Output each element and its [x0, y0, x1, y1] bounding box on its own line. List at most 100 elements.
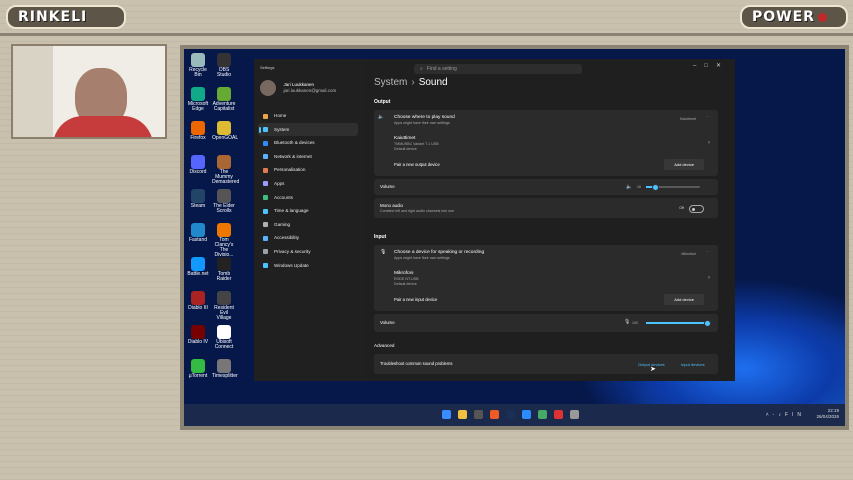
sidebar-item-bluetooth-devices[interactable]: Bluetooth & devices: [258, 136, 358, 150]
store-icon[interactable]: [522, 410, 531, 419]
desktop-icon-label: Tom Clancy's The Divisio...: [214, 237, 234, 258]
rinkeli-logo: RINKELI: [6, 5, 126, 29]
sidebar-item-system[interactable]: System: [258, 122, 358, 137]
add-input-device-button[interactable]: Add device: [664, 294, 704, 305]
desktop-icon[interactable]: The Mummy Demastered: [212, 155, 239, 185]
output-device-name[interactable]: Kaiuttimet: [394, 136, 415, 141]
desktop-icon-label: µTorrent: [188, 373, 208, 379]
sidebar-item-gaming[interactable]: Gaming: [258, 218, 358, 232]
webcam-feed: [11, 44, 167, 139]
file-explorer-icon[interactable]: [458, 410, 467, 419]
close-icon[interactable]: ✕: [716, 63, 729, 69]
sidebar-item-label: Gaming: [274, 221, 291, 227]
input-volume-slider[interactable]: [646, 320, 711, 327]
app-icon[interactable]: [538, 410, 547, 419]
window-title: Settings: [260, 65, 275, 70]
desktop-icon[interactable]: Tomb Raider: [212, 257, 236, 282]
minimize-icon[interactable]: –: [693, 63, 704, 69]
desktop-icon[interactable]: Microsoft Edge: [186, 87, 210, 112]
sidebar-item-time-language[interactable]: Time & language: [258, 204, 358, 218]
desktop-icon[interactable]: Adventure Capitalist: [212, 87, 236, 112]
sidebar-item-windows-update[interactable]: Windows Update: [258, 259, 358, 273]
app-icon: [191, 121, 205, 135]
input-device-name[interactable]: Mikrofoni: [394, 271, 413, 276]
firefox-icon[interactable]: [490, 410, 499, 419]
sidebar-item-apps[interactable]: Apps: [258, 177, 358, 191]
desktop-icon[interactable]: Fastand: [186, 223, 210, 243]
desktop-icon[interactable]: Tom Clancy's The Divisio...: [212, 223, 236, 258]
input-device-card[interactable]: 🎙 Choose a device for speaking or record…: [374, 245, 718, 311]
mono-audio-row: Mono audio Combine left and right audio …: [374, 198, 718, 218]
desktop-icon-label: OpenGOAL: [212, 135, 239, 141]
chevron-up-icon: ˆ: [706, 116, 708, 120]
sidebar-item-label: Bluetooth & devices: [274, 140, 315, 146]
output-section-title: Output: [374, 99, 391, 105]
desktop-icon[interactable]: Diablo III: [186, 291, 210, 311]
chevron-up-icon[interactable]: ˄: [766, 412, 773, 418]
mono-audio-toggle[interactable]: [689, 205, 704, 213]
language-indicator[interactable]: FIN: [785, 412, 805, 418]
nav-icon: [263, 249, 268, 255]
settings-gear-icon[interactable]: [570, 410, 579, 419]
speaker-icon[interactable]: 🔈: [626, 184, 632, 190]
desktop-icon[interactable]: Discord: [186, 155, 210, 175]
sidebar-item-home[interactable]: Home: [258, 109, 358, 123]
app-icon: [217, 359, 231, 373]
desktop-icon[interactable]: The Elder Scrolls: [212, 189, 236, 214]
desktop-icon[interactable]: Battle.net: [186, 257, 210, 277]
avatar: [260, 79, 276, 96]
obs-icon[interactable]: [554, 410, 563, 419]
desktop-icon[interactable]: OBS Studio: [212, 53, 236, 78]
app-icon: [217, 155, 231, 169]
sidebar-item-label: Home: [274, 113, 287, 118]
input-devices-link[interactable]: Input devices: [681, 362, 705, 367]
app-icon: [191, 257, 205, 271]
app-icon: [217, 121, 231, 135]
start-icon[interactable]: [442, 410, 451, 419]
clock[interactable]: 22:19 26/04/2026: [816, 408, 839, 420]
settings-window: Settings Jari Luukkanen jari.luukkanen@g…: [254, 59, 735, 381]
nav-icon: [263, 235, 268, 241]
breadcrumb-parent[interactable]: System: [374, 77, 407, 88]
desktop-icon[interactable]: Steam: [186, 189, 210, 209]
desktop-icon-label: Diablo IV: [187, 339, 209, 345]
output-choose-title: Choose where to play sound: [394, 115, 455, 120]
desktop-icon[interactable]: Ubisoft Connect: [212, 325, 236, 350]
nav-icon: [263, 195, 268, 201]
sidebar-item-network-internet[interactable]: Network & internet: [258, 150, 358, 164]
desktop-icon-label: Microsoft Edge: [187, 101, 209, 112]
steam-icon[interactable]: [506, 410, 515, 419]
desktop-icon[interactable]: Diablo IV: [186, 325, 210, 345]
sidebar-item-privacy-security[interactable]: Privacy & security: [258, 245, 358, 259]
add-output-device-button[interactable]: Add device: [664, 159, 704, 170]
desktop-icon[interactable]: Firefox: [186, 121, 210, 141]
microphone-icon[interactable]: 🎙: [624, 319, 630, 325]
chevron-right-icon: ›: [708, 140, 710, 146]
sidebar-item-label: Apps: [274, 180, 285, 186]
app-icon: [191, 291, 205, 305]
power-dot-icon: [817, 12, 827, 22]
desktop-icon-label: Recycle Bin: [189, 67, 207, 78]
sidebar-item-personalisation[interactable]: Personalisation: [258, 163, 358, 177]
input-volume-row: Volume 🎙 100: [374, 314, 718, 332]
output-device-desc: TMMUSBC Variant 7.1 USB: [394, 142, 439, 146]
output-device-card[interactable]: 🔈 Choose where to play sound Apps might …: [374, 110, 718, 176]
sidebar-item-accounts[interactable]: Accounts: [258, 191, 358, 205]
nav-icon: [263, 154, 268, 160]
app-icon: [217, 189, 231, 203]
search-icon: ⌕: [420, 66, 423, 72]
advanced-section-title: Advanced: [374, 343, 395, 348]
sidebar-item-accessibility[interactable]: Accessibility: [258, 231, 358, 245]
sidebar-item-label: Accounts: [274, 194, 293, 200]
desktop-icon[interactable]: µTorrent: [186, 359, 210, 379]
terminal-icon[interactable]: [474, 410, 483, 419]
maximize-icon[interactable]: □: [704, 63, 716, 69]
desktop-icon[interactable]: Resident Evil Village: [212, 291, 236, 321]
output-volume-slider[interactable]: [646, 184, 700, 191]
desktop-icon[interactable]: Timesplitter: [212, 359, 238, 379]
desktop-icon[interactable]: OpenGOAL: [212, 121, 239, 141]
troubleshoot-label: Troubleshoot common sound problems: [380, 361, 453, 366]
user-profile[interactable]: Jari Luukkanen jari.luukkanen@gmail.com: [260, 79, 336, 97]
settings-search-input[interactable]: ⌕ Find a setting: [414, 64, 582, 74]
desktop-icon[interactable]: Recycle Bin: [186, 53, 210, 78]
